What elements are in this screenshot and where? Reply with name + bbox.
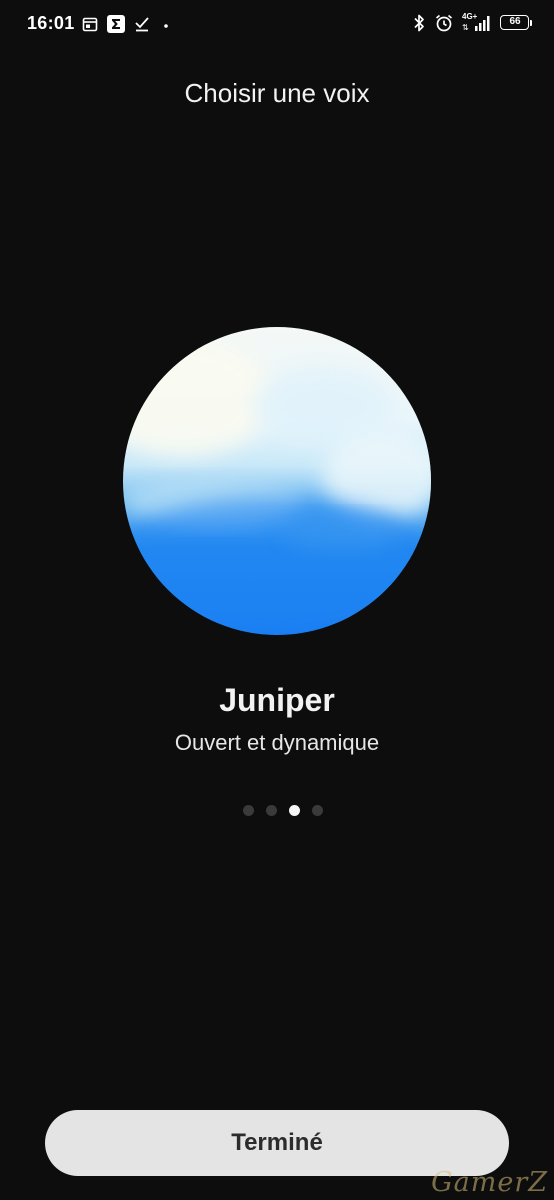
status-bar: 16:01 4G+ ⇅ 66	[0, 0, 554, 50]
page-dot[interactable]	[289, 805, 300, 816]
page-dot[interactable]	[243, 805, 254, 816]
page-indicator	[243, 805, 323, 816]
battery-icon: 66	[500, 14, 533, 32]
voice-name: Juniper	[219, 682, 335, 718]
sigma-icon	[107, 15, 125, 33]
calendar-icon	[82, 16, 98, 32]
voice-description: Ouvert et dynamique	[174, 730, 380, 755]
checkmark-icon	[134, 16, 150, 32]
bluetooth-icon	[412, 13, 426, 33]
alarm-icon	[434, 13, 454, 33]
page-dot[interactable]	[312, 805, 323, 816]
signal-icon: 4G+ ⇅	[462, 12, 492, 33]
page-title: Choisir une voix	[184, 78, 370, 108]
status-left-icons	[82, 15, 173, 33]
battery-level: 66	[509, 15, 521, 27]
voice-orb[interactable]	[123, 327, 431, 635]
status-time: 16:01	[27, 13, 75, 33]
status-right-icons: 4G+ ⇅ 66	[412, 12, 533, 33]
watermark: GamerZ	[431, 1167, 548, 1198]
dot-icon	[159, 17, 173, 31]
page-dot[interactable]	[266, 805, 277, 816]
